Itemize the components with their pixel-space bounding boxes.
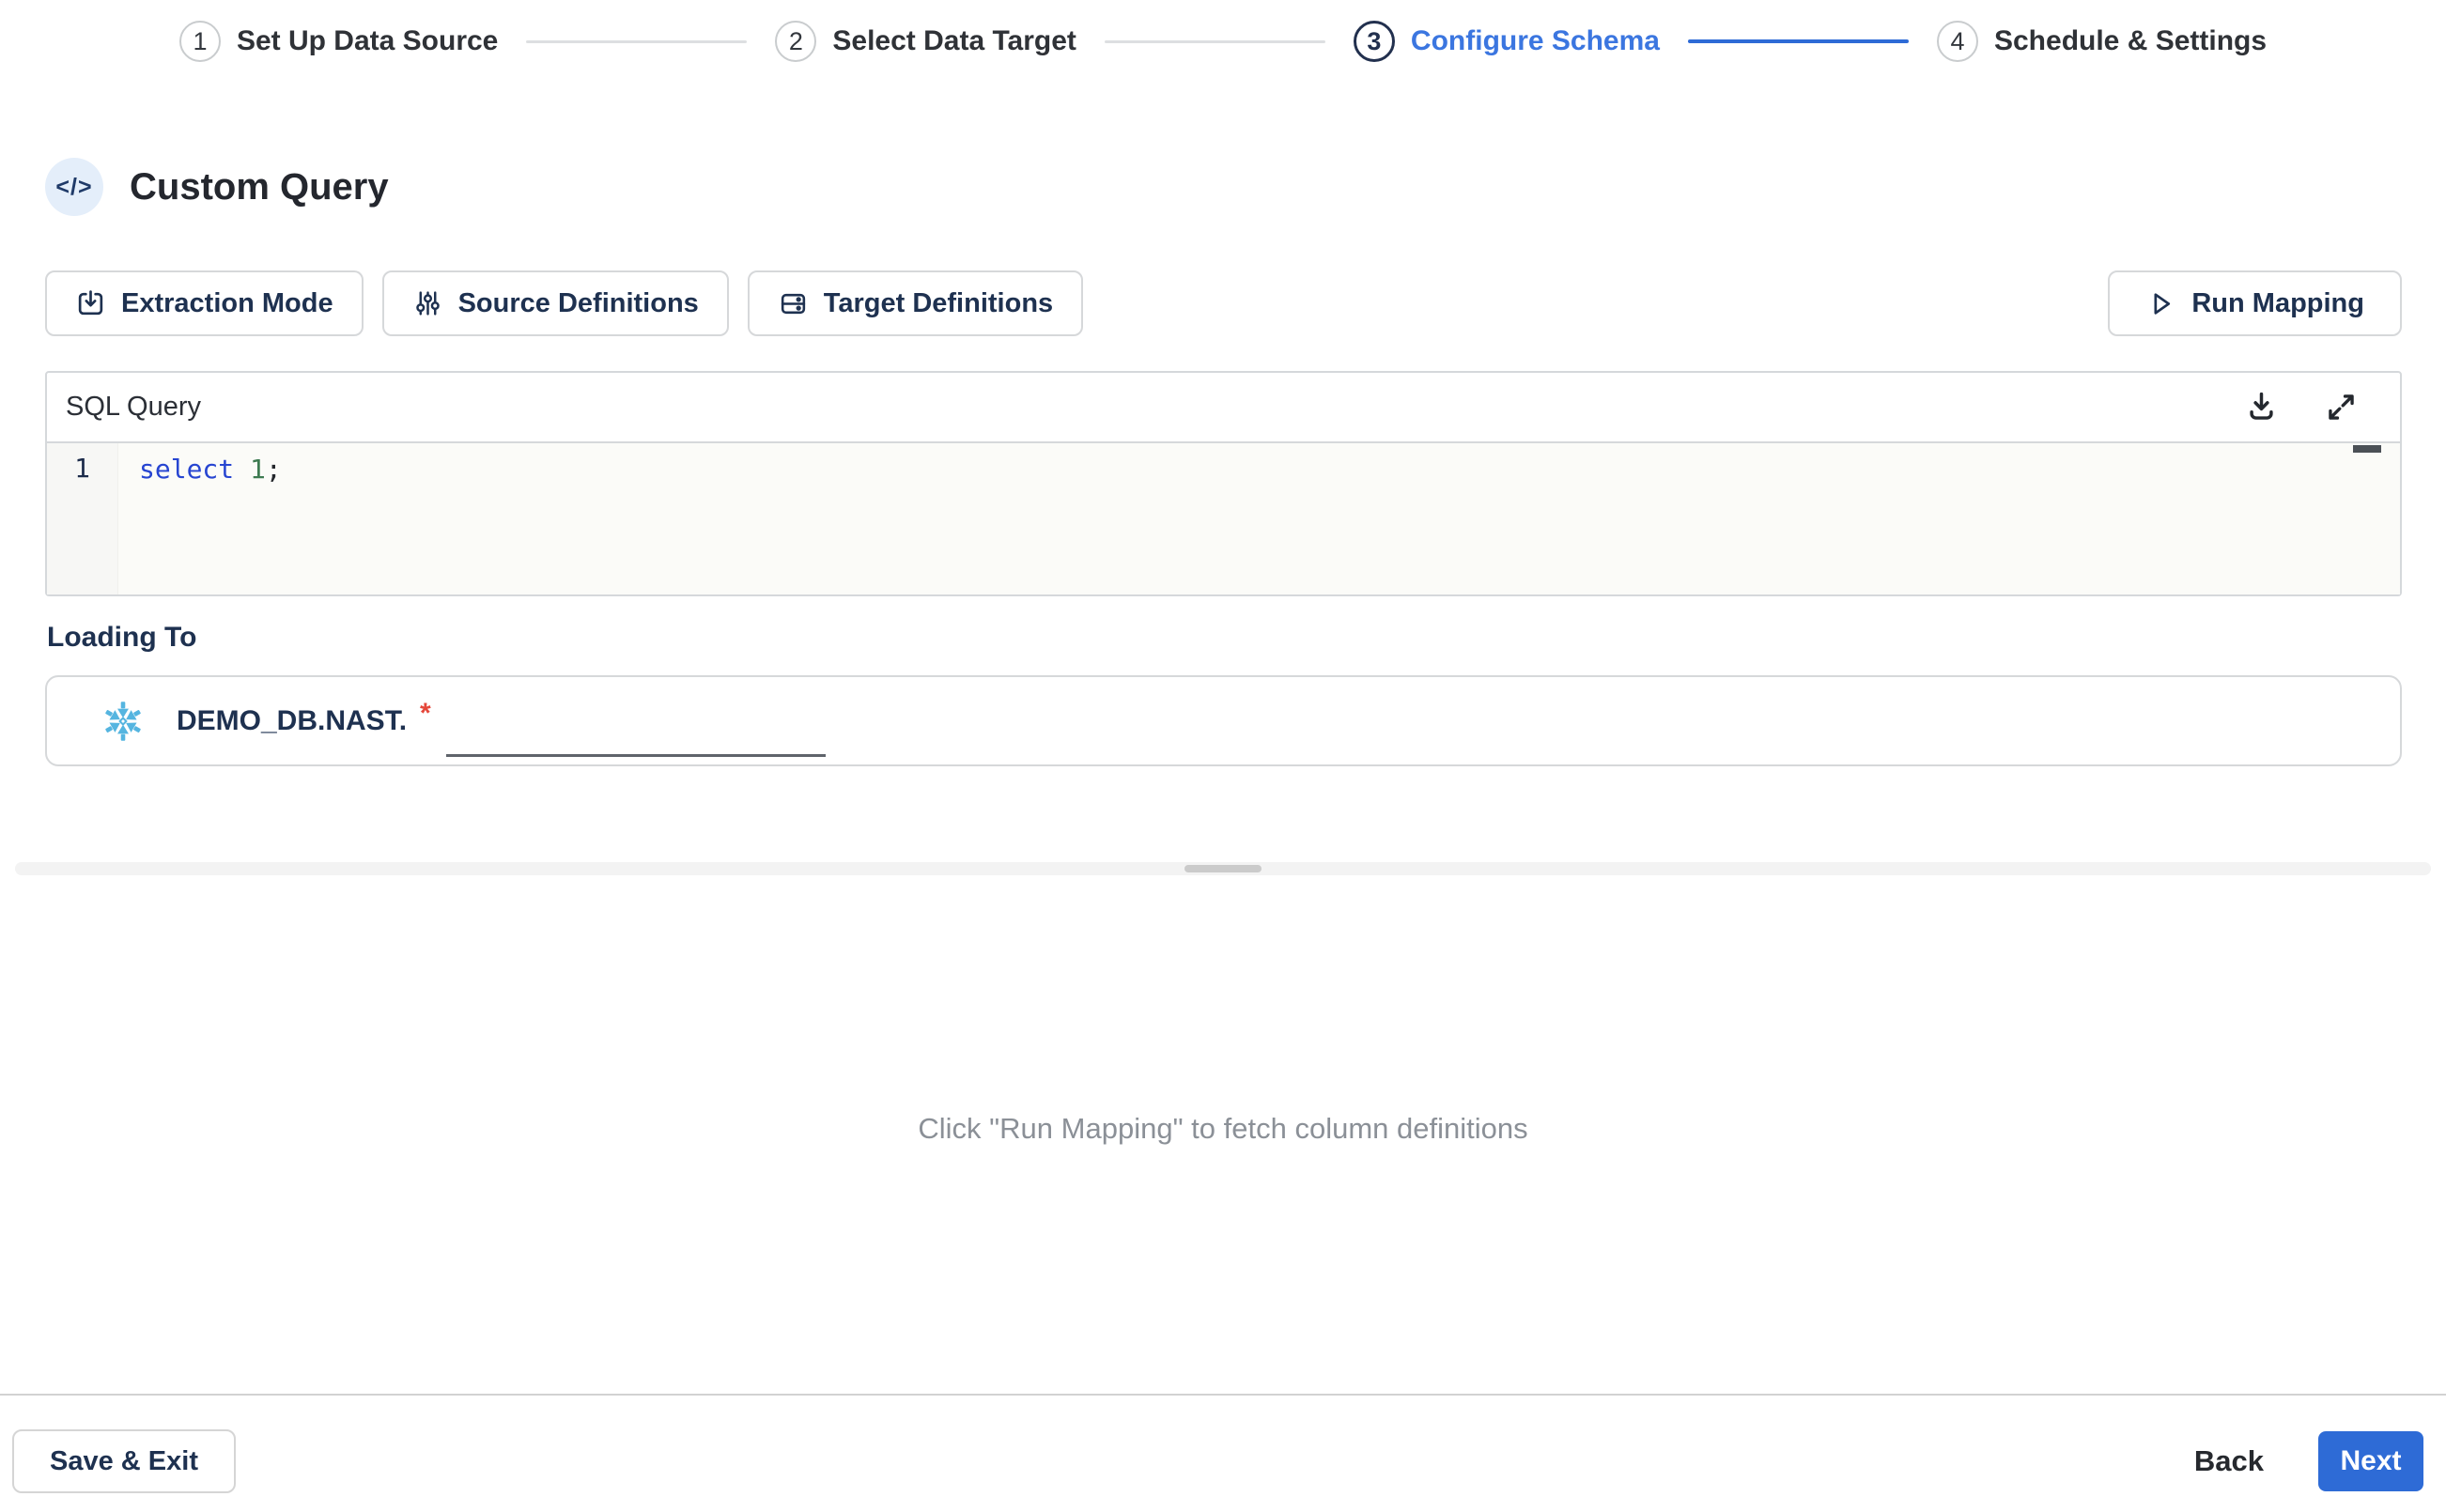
configure-schema-page: 1 Set Up Data Source 2 Select Data Targe… (0, 0, 2446, 1512)
download-icon (2250, 392, 2273, 420)
save-exit-button[interactable]: Save & Exit (12, 1429, 236, 1493)
sql-code-editor[interactable]: 1 select 1; (47, 441, 2400, 594)
extraction-mode-button[interactable]: Extraction Mode (45, 270, 364, 336)
step-select-data-target[interactable]: 2 Select Data Target (775, 21, 1076, 62)
target-definitions-button[interactable]: Target Definitions (747, 270, 1084, 336)
extraction-mode-label: Extraction Mode (121, 287, 333, 318)
sql-number-token: 1 (250, 454, 266, 485)
step-4-label: Schedule & Settings (1993, 25, 2268, 56)
page-title-row: </> Custom Query (45, 158, 389, 216)
sql-keyword-token: select (139, 454, 251, 485)
step-connector (526, 39, 748, 43)
sql-punctuation-token: ; (265, 454, 282, 485)
step-3-circle: 3 (1353, 21, 1395, 62)
expand-editor-button[interactable] (2324, 390, 2359, 424)
table-name-input[interactable] (445, 711, 826, 757)
step-connector-active (1687, 39, 1909, 43)
step-connector (1104, 39, 1325, 43)
editor-scrollbar-thumb[interactable] (2353, 445, 2381, 453)
step-3-label: Configure Schema (1410, 25, 1660, 56)
step-set-up-data-source[interactable]: 1 Set Up Data Source (178, 21, 499, 62)
download-box-icon (78, 289, 103, 315)
back-button[interactable]: Back (2194, 1429, 2264, 1493)
destination-prefix: DEMO_DB.NAST. (177, 704, 408, 736)
expand-icon (2329, 394, 2354, 420)
panel-resize-divider[interactable] (15, 862, 2431, 875)
line-number: 1 (74, 453, 90, 484)
sql-query-title: SQL Query (66, 392, 201, 422)
wizard-stepper: 1 Set Up Data Source 2 Select Data Targe… (0, 0, 2446, 83)
step-1-circle: 1 (178, 21, 221, 62)
code-icon: </> (45, 158, 103, 216)
download-query-button[interactable] (2244, 390, 2279, 424)
snowflake-icon (105, 701, 141, 741)
resize-handle[interactable] (1184, 865, 1262, 872)
step-2-label: Select Data Target (832, 25, 1076, 56)
step-2-circle: 2 (775, 21, 817, 62)
source-definitions-label: Source Definitions (457, 287, 699, 318)
sliders-icon (415, 290, 440, 316)
source-definitions-button[interactable]: Source Definitions (381, 270, 729, 336)
sql-query-actions (2244, 390, 2359, 424)
footer-bar: Save & Exit Back Next (0, 1394, 2446, 1512)
target-definitions-label: Target Definitions (823, 287, 1054, 318)
run-mapping-button[interactable]: Run Mapping (2108, 270, 2402, 336)
run-mapping-hint: Click "Run Mapping" to fetch column defi… (918, 1112, 1528, 1145)
step-schedule-settings[interactable]: 4 Schedule & Settings (1936, 21, 2268, 62)
loading-to-card: DEMO_DB.NAST. * (45, 675, 2402, 766)
required-marker: * (420, 698, 431, 729)
play-icon (2154, 292, 2171, 315)
run-mapping-label: Run Mapping (2191, 287, 2364, 318)
toolbar: Extraction Mode Source Definitions Targe… (45, 270, 2402, 336)
step-1-label: Set Up Data Source (236, 25, 499, 56)
page-title: Custom Query (130, 165, 389, 208)
sql-query-header: SQL Query (47, 373, 2400, 441)
code-line[interactable]: select 1; (118, 443, 2400, 594)
loading-to-label: Loading To (47, 622, 197, 653)
next-button[interactable]: Next (2318, 1431, 2423, 1491)
step-configure-schema[interactable]: 3 Configure Schema (1353, 21, 1660, 62)
editor-line-number-gutter: 1 (47, 443, 118, 594)
sql-query-panel: SQL Query 1 select 1; (45, 371, 2402, 596)
step-4-circle: 4 (1936, 21, 1978, 62)
database-icon (781, 293, 805, 314)
